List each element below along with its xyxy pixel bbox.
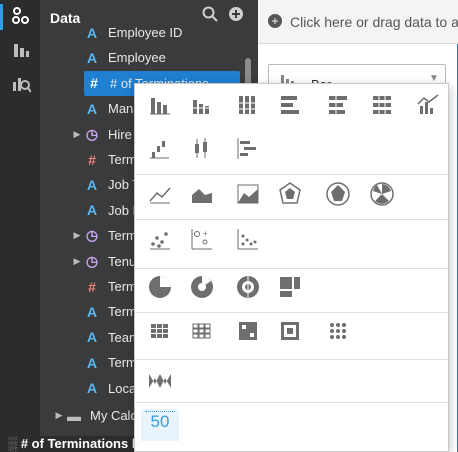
caret-right-icon[interactable]: ▶ (72, 230, 82, 241)
kpi-number-label: 50 (150, 412, 170, 431)
stacked-bar-icon[interactable] (187, 90, 217, 120)
pie-chart-icon[interactable] (145, 272, 175, 302)
caret-right-icon[interactable]: ▶ (72, 129, 82, 140)
line-chart-icon[interactable] (145, 179, 175, 209)
line-area-icon[interactable] (233, 179, 263, 209)
bar-chart-icon[interactable] (145, 90, 175, 120)
section-divider (135, 402, 448, 403)
text-field-icon: A (86, 329, 98, 346)
visualizations-icon[interactable] (11, 40, 31, 60)
radar-chart-icon[interactable] (275, 179, 305, 209)
folder-icon: ▬ (67, 407, 81, 424)
drop-zone-text: Click here or drag data to a (290, 14, 458, 30)
treemap-icon[interactable] (275, 272, 305, 302)
text-field-icon: A (86, 24, 98, 41)
text-field-icon: A (86, 380, 98, 397)
field-label: Employee ID (108, 25, 183, 40)
text-field-icon: A (86, 202, 98, 219)
date-field-icon: ◷ (85, 227, 99, 244)
bubble-scatter-icon[interactable]: + (187, 224, 217, 254)
date-field-icon: ◷ (85, 252, 99, 269)
number-field-icon: # (90, 75, 98, 92)
pattern-grid-icon[interactable] (233, 316, 263, 346)
section-divider (135, 312, 448, 313)
dot-plot-icon[interactable] (233, 224, 263, 254)
number-field-icon: # (88, 151, 96, 168)
horizontal-bar-icon[interactable] (275, 90, 305, 120)
number-field-icon: # (88, 278, 96, 295)
section-divider (135, 219, 448, 220)
field-label: Employee (108, 50, 166, 66)
area-chart-icon[interactable] (187, 179, 217, 209)
scatter-icon[interactable] (145, 224, 175, 254)
rail-active-indicator (0, 4, 3, 30)
data-sources-icon[interactable] (11, 6, 31, 26)
svg-text:+: + (203, 229, 208, 238)
drop-zone[interactable]: + Click here or drag data to a (258, 0, 458, 44)
filled-radar-icon[interactable] (323, 179, 353, 209)
text-field-icon: A (86, 100, 98, 117)
section-divider (135, 268, 448, 269)
boxplot-icon[interactable] (187, 134, 217, 164)
chart-icon: ░ (8, 436, 18, 451)
dot-matrix-icon[interactable] (323, 316, 353, 346)
app-root: Data AEmployee IDAEmployee## of Terminat… (0, 0, 458, 452)
section-divider (135, 359, 448, 360)
sunburst-icon[interactable] (233, 272, 263, 302)
donut-chart-icon[interactable] (187, 272, 217, 302)
caret-right-icon[interactable]: ▶ (54, 410, 64, 421)
field-item[interactable]: A Employee (72, 45, 282, 70)
caret-right-icon[interactable]: ▶ (72, 256, 82, 267)
text-field-icon: A (86, 354, 98, 371)
bar-line-combo-icon[interactable] (413, 90, 443, 120)
heatmap-icon[interactable] (145, 316, 175, 346)
text-field-icon: A (86, 49, 98, 66)
text-field-icon: A (86, 303, 98, 320)
percent-stacked-horizontal-bar-icon[interactable] (367, 90, 397, 120)
gantt-icon[interactable] (233, 134, 263, 164)
section-divider (135, 174, 448, 175)
chart-type-popup: 50 + (134, 83, 449, 452)
grid-heatmap-icon[interactable] (187, 316, 217, 346)
date-field-icon: ◷ (85, 125, 99, 142)
field-item[interactable]: A Employee ID (72, 20, 282, 45)
text-field-icon: A (86, 176, 98, 193)
sankey-icon[interactable] (145, 366, 175, 396)
matrix-icon[interactable] (275, 316, 305, 346)
waterfall-icon[interactable] (145, 134, 175, 164)
icon-rail (0, 0, 40, 452)
analytics-icon[interactable] (11, 74, 32, 94)
add-circle-icon: + (268, 14, 282, 28)
percent-stacked-bar-icon[interactable] (233, 90, 263, 120)
polar-area-icon[interactable] (367, 179, 397, 209)
stacked-horizontal-bar-icon[interactable] (323, 90, 353, 120)
